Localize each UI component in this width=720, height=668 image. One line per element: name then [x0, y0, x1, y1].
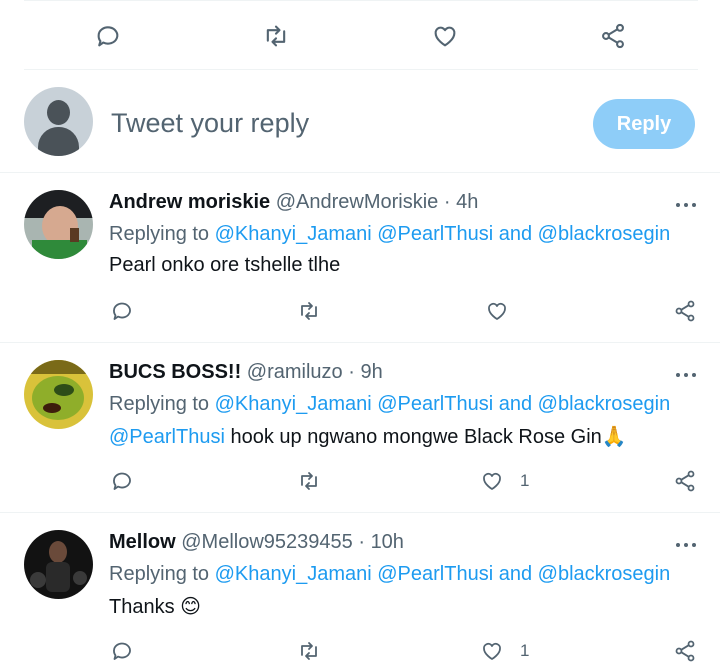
- avatar[interactable]: [24, 360, 93, 429]
- like-action[interactable]: 1: [480, 639, 529, 663]
- mention-link[interactable]: @Khanyi_Jamani: [215, 563, 372, 585]
- retweet-icon: [301, 642, 317, 660]
- mention-link[interactable]: @PearlThusi: [109, 426, 225, 448]
- reply-action[interactable]: [94, 22, 122, 50]
- reply-input[interactable]: Tweet your reply: [111, 108, 309, 139]
- tweet-text: Thanks 😊: [109, 594, 201, 619]
- share-action[interactable]: [673, 639, 697, 663]
- display-name[interactable]: BUCS BOSS!!: [109, 361, 241, 383]
- replying-to: Replying to @Khanyi_Jamani @PearlThusi a…: [109, 563, 670, 586]
- like-action[interactable]: [485, 299, 509, 323]
- timestamp[interactable]: 4h: [456, 191, 478, 213]
- replying-prefix: Replying to: [109, 393, 210, 415]
- share-action[interactable]: [673, 299, 697, 323]
- timestamp[interactable]: 10h: [371, 531, 404, 553]
- retweet-icon: [301, 472, 317, 490]
- separator: ·: [348, 361, 355, 383]
- like-count: 1: [520, 641, 530, 660]
- reply-button[interactable]: Reply: [593, 99, 695, 149]
- and-word: and: [498, 223, 533, 245]
- mention-link[interactable]: @blackrosegin: [538, 223, 671, 245]
- share-action[interactable]: [673, 469, 697, 493]
- smiling-face-emoji: 😊: [180, 596, 202, 618]
- mention-link[interactable]: @PearlThusi: [377, 563, 493, 585]
- focused-tweet-action-bar: [24, 0, 698, 70]
- user-handle[interactable]: @ramiluzo: [247, 361, 343, 383]
- more-options-icon[interactable]: [674, 365, 698, 385]
- retweet-action[interactable]: [297, 299, 321, 323]
- heart-icon: [483, 472, 501, 490]
- share-action[interactable]: [599, 22, 627, 50]
- reply-action[interactable]: [110, 469, 134, 493]
- reply-tweet[interactable]: BUCS BOSS!! @ramiluzo · 9h Replying to @…: [0, 343, 720, 513]
- comment-icon: [113, 642, 131, 660]
- separator: ·: [443, 191, 451, 213]
- mention-link[interactable]: @blackrosegin: [538, 393, 671, 415]
- replying-prefix: Replying to: [109, 223, 210, 245]
- share-icon: [602, 23, 624, 49]
- heart-icon: [483, 642, 501, 660]
- comment-icon: [97, 26, 119, 47]
- mention-link[interactable]: @PearlThusi: [377, 223, 493, 245]
- reply-action[interactable]: [110, 639, 134, 663]
- like-action[interactable]: 1: [480, 469, 529, 493]
- avatar[interactable]: [24, 190, 93, 259]
- replying-to: Replying to @Khanyi_Jamani @PearlThusi a…: [109, 223, 670, 246]
- mention-link[interactable]: @blackrosegin: [538, 563, 671, 585]
- heart-icon: [488, 302, 506, 320]
- comment-icon: [113, 472, 131, 490]
- reply-tweet[interactable]: Andrew moriskie @AndrewMoriskie · 4h Rep…: [0, 173, 720, 343]
- mention-link[interactable]: @Khanyi_Jamani: [215, 223, 372, 245]
- separator: ·: [358, 531, 365, 553]
- share-icon: [675, 640, 695, 662]
- mention-link[interactable]: @PearlThusi: [377, 393, 493, 415]
- timestamp[interactable]: 9h: [360, 361, 382, 383]
- mention-link[interactable]: @Khanyi_Jamani: [215, 393, 372, 415]
- comment-icon: [113, 302, 131, 320]
- tweet-header: Andrew moriskie @AndrewMoriskie · 4h: [109, 191, 478, 214]
- tweet-body: hook up ngwano mongwe Black Rose Gin: [224, 426, 602, 448]
- reply-composer: Tweet your reply Reply: [0, 70, 720, 173]
- retweet-icon: [266, 25, 286, 47]
- display-name[interactable]: Andrew moriskie: [109, 191, 270, 213]
- like-count: 1: [520, 471, 530, 490]
- replying-to: Replying to @Khanyi_Jamani @PearlThusi a…: [109, 393, 670, 416]
- user-handle[interactable]: @Mellow95239455: [181, 531, 353, 553]
- share-icon: [675, 470, 695, 492]
- reply-tweet[interactable]: Mellow @Mellow95239455 · 10h Replying to…: [0, 513, 720, 668]
- more-options-icon[interactable]: [674, 195, 698, 215]
- retweet-action[interactable]: [262, 22, 290, 50]
- share-icon: [675, 300, 695, 322]
- user-handle[interactable]: @AndrewMoriskie: [276, 191, 439, 213]
- heart-icon: [434, 26, 456, 47]
- like-action[interactable]: [431, 22, 459, 50]
- tweet-body: Thanks: [109, 596, 181, 618]
- and-word: and: [498, 563, 533, 585]
- tweet-header: BUCS BOSS!! @ramiluzo · 9h: [109, 361, 383, 384]
- retweet-icon: [301, 302, 317, 320]
- avatar[interactable]: [24, 530, 93, 599]
- folded-hands-emoji: 🙏: [601, 426, 627, 448]
- reply-action[interactable]: [110, 299, 134, 323]
- user-avatar: [24, 87, 93, 156]
- and-word: and: [498, 393, 533, 415]
- replying-prefix: Replying to: [109, 563, 210, 585]
- more-options-icon[interactable]: [674, 535, 698, 555]
- display-name[interactable]: Mellow: [109, 531, 176, 553]
- retweet-action[interactable]: [297, 469, 321, 493]
- retweet-action[interactable]: [297, 639, 321, 663]
- tweet-text: Pearl onko ore tshelle tlhe: [109, 254, 341, 276]
- tweet-text: @PearlThusi hook up ngwano mongwe Black …: [109, 424, 627, 449]
- tweet-header: Mellow @Mellow95239455 · 10h: [109, 531, 404, 554]
